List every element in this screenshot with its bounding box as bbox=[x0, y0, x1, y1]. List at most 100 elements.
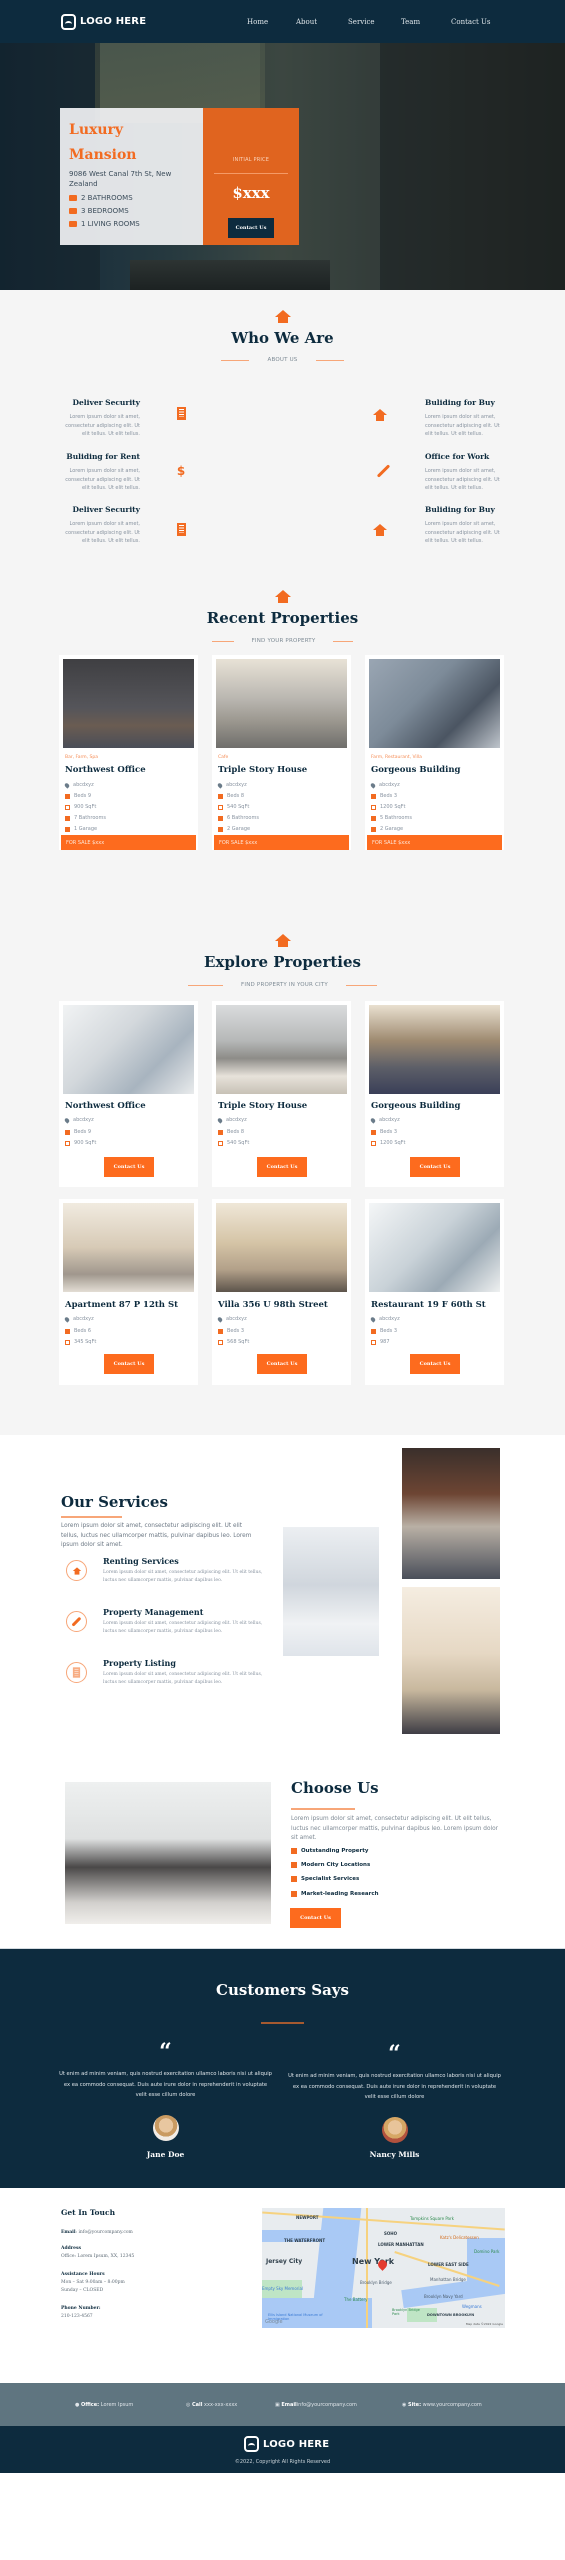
property-card[interactable]: Triple Story House abcdxyz Beds 8 540 Sq… bbox=[212, 1001, 351, 1187]
contact-button[interactable]: Contact Us bbox=[104, 1157, 154, 1177]
location-pin-icon bbox=[369, 781, 377, 789]
service-item: Property Listing Lorem ipsum dolor sit a… bbox=[66, 1658, 266, 1703]
who-item: Office for Work Lorem ipsum dolor sit ame… bbox=[425, 452, 500, 491]
price-divider bbox=[214, 173, 288, 174]
map-label: Domino Park bbox=[474, 2249, 500, 2254]
testimonial-name: Jane Doe bbox=[146, 2149, 185, 2159]
bed-icon bbox=[65, 1328, 70, 1334]
property-garage: 1 Garage bbox=[74, 826, 98, 832]
contact-button[interactable]: Contact Us bbox=[104, 1354, 154, 1374]
property-name[interactable]: Northwest Office bbox=[65, 765, 146, 775]
footer-email: ▣ Emailinfo@yourcompany.com bbox=[275, 2401, 357, 2408]
bathtub-icon bbox=[371, 815, 376, 821]
property-name[interactable]: Triple Story House bbox=[218, 765, 307, 775]
property-name[interactable]: Villa 356 U 98th Street bbox=[218, 1300, 328, 1310]
property-image[interactable] bbox=[369, 1203, 500, 1292]
contact-button[interactable]: Contact Us bbox=[257, 1157, 307, 1177]
for-sale-bar[interactable]: FOR SALE $xxx bbox=[214, 835, 349, 850]
car-icon bbox=[65, 826, 70, 832]
house-icon bbox=[72, 1566, 81, 1575]
contact-button[interactable]: Contact Us bbox=[257, 1354, 307, 1374]
property-tags[interactable]: Farm, Restaurant, Villa bbox=[371, 755, 422, 760]
property-card[interactable]: Apartment 87 P 12th St abcdxyz Beds 6 34… bbox=[59, 1199, 198, 1385]
map-attribution[interactable]: Map data ©2022 Google bbox=[466, 2322, 503, 2326]
bed-icon bbox=[371, 1328, 376, 1334]
contact-button[interactable]: Contact Us bbox=[410, 1354, 460, 1374]
house-icon bbox=[373, 523, 387, 537]
property-image[interactable] bbox=[216, 1203, 347, 1292]
property-info-card: Luxury Mansion 9086 West Canal 7th St, N… bbox=[60, 108, 206, 245]
logo-text: LOGO HERE bbox=[80, 16, 147, 27]
property-baths: 6 Bathrooms bbox=[227, 815, 259, 821]
for-sale-bar[interactable]: FOR SALE $xxx bbox=[367, 835, 502, 850]
property-name[interactable]: Triple Story House bbox=[218, 1101, 307, 1111]
map-label: DOWNTOWN BROOKLYN bbox=[427, 2313, 475, 2317]
property-image[interactable] bbox=[63, 659, 194, 748]
hero-contact-button[interactable]: Contact Us bbox=[228, 218, 274, 238]
contact-button[interactable]: Contact Us bbox=[410, 1157, 460, 1177]
loft-living-image bbox=[402, 1448, 500, 1579]
property-card[interactable]: Restaurant 19 F 60th St abcdxyz Beds 3 9… bbox=[365, 1199, 504, 1385]
who-we-are-section: Who We Are ABOUT US Deliver Security Lore… bbox=[0, 290, 565, 575]
nav-home[interactable]: Home bbox=[247, 18, 268, 26]
for-sale-bar[interactable]: FOR SALE $xxx bbox=[61, 835, 196, 850]
property-card[interactable]: Gorgeous Building abcdxyz Beds 3 1200 Sq… bbox=[365, 1001, 504, 1187]
site-header: LOGO HERE Home About Service Team Contac… bbox=[0, 0, 565, 43]
house-icon bbox=[373, 408, 387, 422]
contact-section: Get In Touch Email: info@yourcompany.com… bbox=[0, 2188, 565, 2383]
who-subtitle: ABOUT US bbox=[0, 357, 565, 363]
property-name[interactable]: Restaurant 19 F 60th St bbox=[371, 1300, 486, 1310]
property-card[interactable]: Farm, Restaurant, Villa Gorgeous Buildin… bbox=[365, 655, 504, 850]
property-name[interactable]: Gorgeous Building bbox=[371, 765, 460, 775]
property-card[interactable]: Bar, Farm, Spa Northwest Office abcdxyz … bbox=[59, 655, 198, 850]
property-tags[interactable]: Bar, Farm, Spa bbox=[65, 755, 98, 760]
service-text: Lorem ipsum dolor sit amet, consectetur … bbox=[103, 1570, 263, 1583]
service-item: Property Management Lorem ipsum dolor si… bbox=[66, 1607, 266, 1652]
bathtub-icon bbox=[218, 815, 223, 821]
property-name[interactable]: Gorgeous Building bbox=[371, 1101, 460, 1111]
property-name[interactable]: Northwest Office bbox=[65, 1101, 146, 1111]
map-label: LOWER MANHATTAN bbox=[378, 2242, 424, 2247]
property-location: abcdxyz bbox=[73, 782, 94, 788]
logo-icon bbox=[61, 13, 76, 30]
location-pin-icon bbox=[369, 1315, 377, 1323]
area-icon bbox=[218, 804, 223, 810]
testimonial: “ Ut enim ad minim veniam, quis nostrud … bbox=[58, 2039, 273, 2159]
property-beds: Beds 3 bbox=[380, 793, 398, 799]
property-image[interactable] bbox=[369, 1005, 500, 1094]
property-image[interactable] bbox=[216, 1005, 347, 1094]
square-bullet-icon bbox=[291, 1848, 297, 1854]
logo[interactable]: LOGO HERE bbox=[61, 13, 147, 30]
service-text: Lorem ipsum dolor sit amet, consectetur … bbox=[103, 1621, 263, 1634]
globe-icon: ◉ bbox=[402, 2401, 407, 2408]
who-item: Buliding for Buy Lorem ipsum dolor sit am… bbox=[425, 398, 500, 437]
google-map[interactable]: NEWPORT THE WATERFRONT Jersey City New Y… bbox=[262, 2208, 505, 2328]
quote-icon: “ bbox=[159, 2039, 172, 2065]
property-tags[interactable]: Cafe bbox=[218, 755, 228, 760]
property-card[interactable]: Cafe Triple Story House abcdxyz Beds 8 5… bbox=[212, 655, 351, 850]
nav-service[interactable]: Service bbox=[348, 18, 375, 26]
nav-contact[interactable]: Contact Us bbox=[451, 18, 491, 26]
property-image[interactable] bbox=[369, 659, 500, 748]
who-title: Who We Are bbox=[231, 329, 334, 347]
nav-team[interactable]: Team bbox=[401, 18, 420, 26]
footer-logo[interactable]: LOGO HERE bbox=[244, 2436, 329, 2452]
property-image[interactable] bbox=[63, 1203, 194, 1292]
property-garage: 2 Garage bbox=[227, 826, 251, 832]
property-area: 900 SqFt bbox=[74, 804, 97, 810]
choose-contact-button[interactable]: Contact Us bbox=[290, 1908, 341, 1928]
service-text: Lorem ipsum dolor sit amet, consectetur … bbox=[103, 1672, 263, 1685]
map-label: SOHO bbox=[384, 2231, 398, 2236]
property-name[interactable]: Apartment 87 P 12th St bbox=[65, 1300, 178, 1310]
property-card[interactable]: Villa 356 U 98th Street abcdxyz Beds 3 5… bbox=[212, 1199, 351, 1385]
property-image[interactable] bbox=[63, 1005, 194, 1094]
square-bullet-icon bbox=[291, 1876, 297, 1882]
area-icon bbox=[218, 1339, 223, 1345]
location-pin-icon bbox=[369, 1116, 377, 1124]
map-label: Empty Sky Memorial bbox=[262, 2286, 304, 2291]
bathtub-icon bbox=[65, 815, 70, 821]
house-icon bbox=[274, 310, 291, 323]
nav-about[interactable]: About bbox=[296, 18, 317, 26]
property-image[interactable] bbox=[216, 659, 347, 748]
property-card[interactable]: Northwest Office abcdxyz Beds 9 900 SqFt… bbox=[59, 1001, 198, 1187]
